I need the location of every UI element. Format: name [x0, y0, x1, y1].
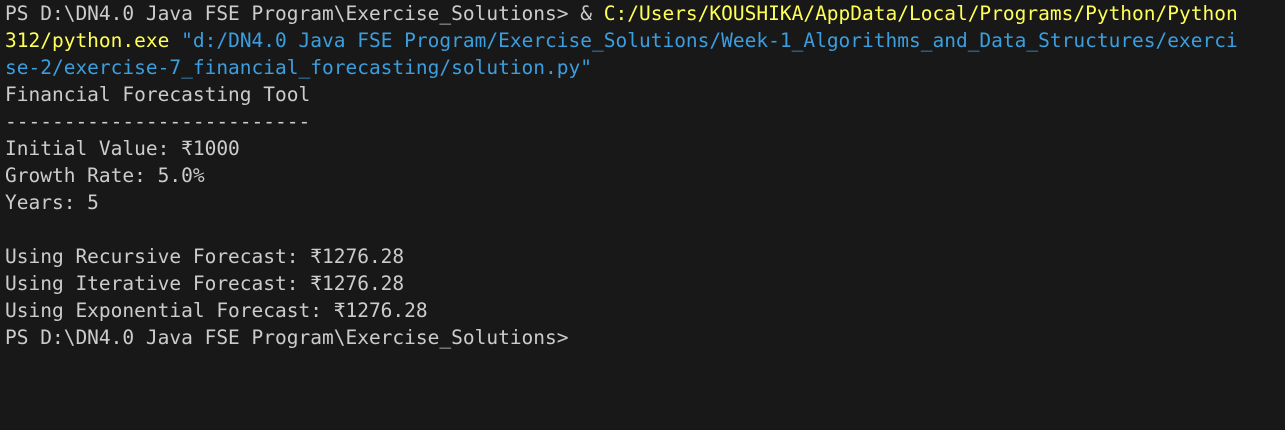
output-line-blank	[5, 216, 1285, 243]
final-prompt[interactable]: PS D:\DN4.0 Java FSE Program\Exercise_So…	[5, 324, 1285, 351]
call-operator: &	[580, 2, 604, 25]
prompt: PS D:\DN4.0 Java FSE Program\Exercise_So…	[5, 2, 581, 25]
command-line-1: PS D:\DN4.0 Java FSE Program\Exercise_So…	[5, 0, 1285, 27]
script-path-arg-cont: se-2/exercise-7_financial_forecasting/so…	[5, 56, 592, 79]
command-line-3: se-2/exercise-7_financial_forecasting/so…	[5, 54, 1285, 81]
python-path: C:/Users/KOUSHIKA/AppData/Local/Programs…	[603, 2, 1238, 25]
script-path-arg: "d:/DN4.0 Java FSE Program/Exercise_Solu…	[169, 29, 1238, 52]
output-line: Initial Value: ₹1000	[5, 137, 240, 160]
output-line: Financial Forecasting Tool	[5, 83, 311, 106]
output-line: Growth Rate: 5.0%	[5, 164, 205, 187]
final-prompt-text: PS D:\DN4.0 Java FSE Program\Exercise_So…	[5, 326, 569, 349]
output-line: --------------------------	[5, 110, 311, 133]
python-exe: 312/python.exe	[5, 29, 170, 52]
output-line: Using Recursive Forecast: ₹1276.28	[5, 245, 405, 268]
output-line: Using Exponential Forecast: ₹1276.28	[5, 299, 428, 322]
command-line-2: 312/python.exe "d:/DN4.0 Java FSE Progra…	[5, 27, 1285, 54]
output-line: Years: 5	[5, 191, 99, 214]
output-line: Using Iterative Forecast: ₹1276.28	[5, 272, 405, 295]
terminal-panel[interactable]: PS D:\DN4.0 Java FSE Program\Exercise_So…	[0, 0, 1285, 430]
